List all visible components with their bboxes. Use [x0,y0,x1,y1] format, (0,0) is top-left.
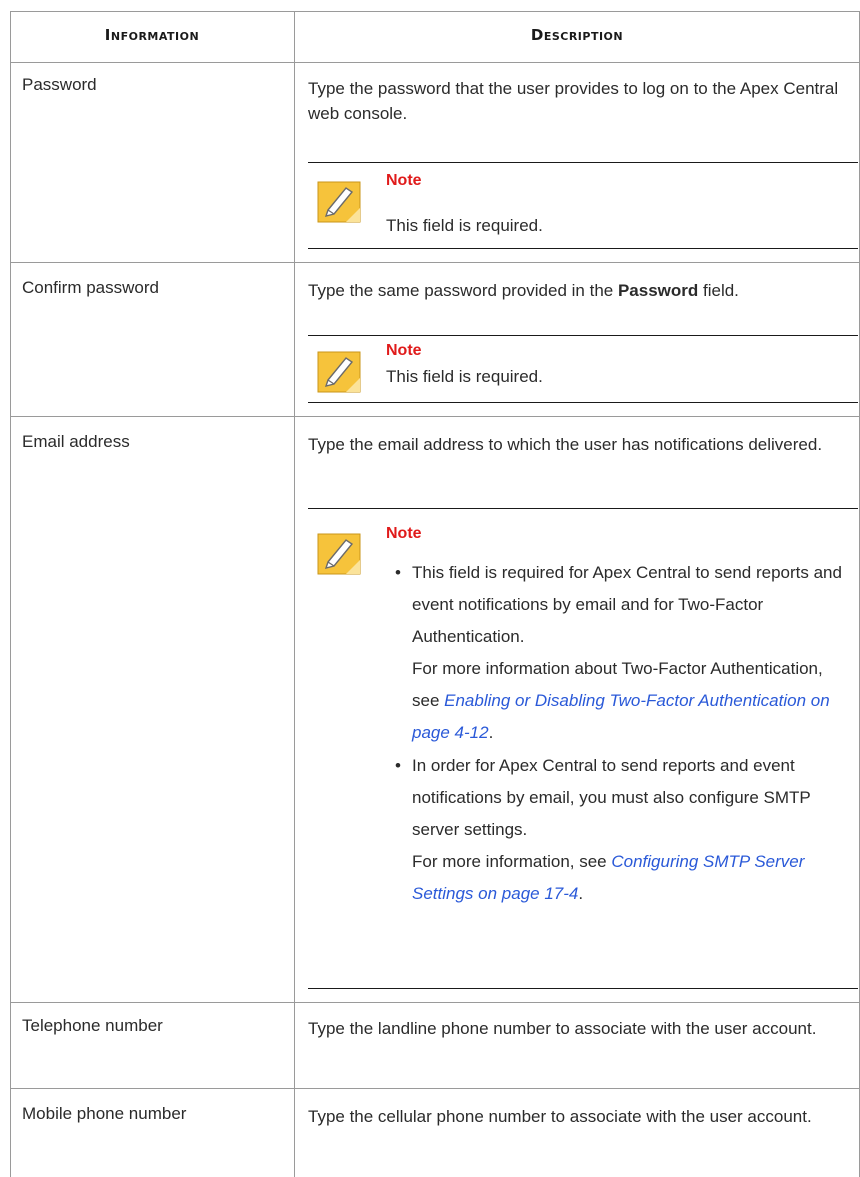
note-text: This field is required. [386,367,543,386]
header-description: Description [530,26,624,44]
note-title: Note [386,525,422,542]
row-description-email-address: Type the email address to which the user… [308,435,823,454]
row-description-mobile-phone-number: Type the cellular phone number to associ… [308,1107,812,1126]
row-divider [10,416,860,417]
table-header-divider [10,62,860,63]
pencil-note-icon [317,181,361,223]
more-info-text: For more information about Two-Factor Au… [412,659,830,742]
note-rule-bottom [308,402,858,403]
note-title: Note [386,342,422,359]
header-information: Information [104,26,200,44]
row-label-telephone-number: Telephone number [22,1016,163,1035]
row-label-password: Password [22,75,97,94]
link-two-factor-authentication[interactable]: Enabling or Disabling Two-Factor Authent… [412,691,830,742]
note-rule-top [308,508,858,509]
bullet-point: • [395,563,401,582]
note-title: Note [386,172,422,189]
note-rule-top [308,162,858,163]
table-top-border [10,11,860,12]
note-rule-bottom [308,248,858,249]
row-label-mobile-phone-number: Mobile phone number [22,1104,187,1123]
row-divider [10,1002,860,1003]
row-label-email-address: Email address [22,432,130,451]
bold-field-name: Password [617,281,699,300]
row-description-password: Type the password that the user provides… [308,79,839,123]
pencil-note-icon [317,351,361,393]
note-rule-bottom [308,988,858,989]
bullet-text: This field is required for Apex Central … [412,563,842,646]
row-divider [10,1088,860,1089]
row-description-telephone-number: Type the landline phone number to associ… [308,1019,817,1038]
more-info-text: For more information, see Configuring SM… [412,852,805,903]
row-divider [10,262,860,263]
bullet-point: • [395,756,401,775]
row-label-confirm-password: Confirm password [22,278,159,297]
row-description-confirm-password: Type the same password provided in the P… [308,281,739,300]
bullet-text: In order for Apex Central to send report… [412,756,811,839]
note-rule-top [308,335,858,336]
note-text: This field is required. [386,216,543,235]
pencil-note-icon [317,533,361,575]
